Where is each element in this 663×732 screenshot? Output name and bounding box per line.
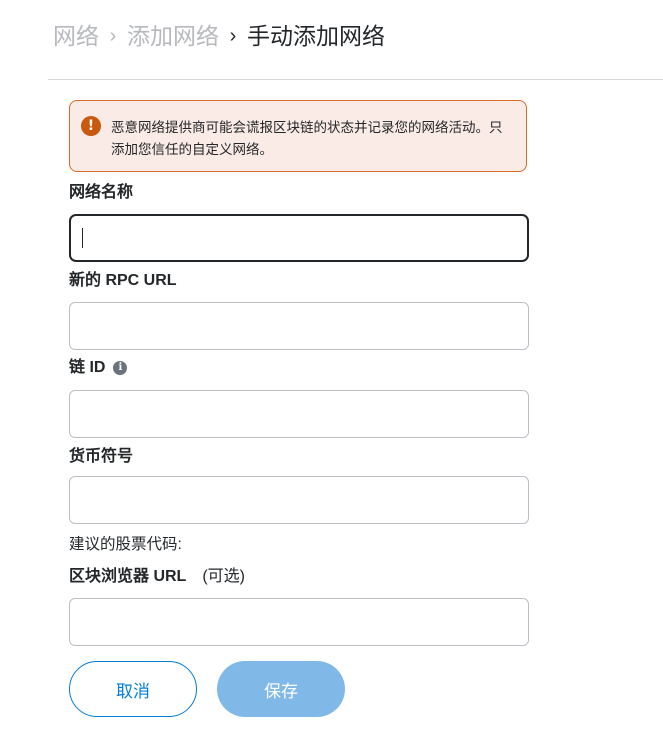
save-button[interactable]: 保存 [217, 661, 345, 717]
rpc-url-label: 新的 RPC URL [69, 270, 177, 292]
network-name-label-text: 网络名称 [69, 184, 134, 201]
rpc-url-label-text: 新的 RPC URL [69, 272, 177, 289]
chain-id-label: 链 ID i [69, 357, 128, 379]
rpc-url-input[interactable] [69, 302, 529, 350]
chain-id-label-text: 链 ID [69, 359, 106, 376]
info-icon[interactable]: i [113, 361, 128, 375]
exclamation-icon: ! [81, 116, 101, 136]
breadcrumb-add-network[interactable]: 添加网络 [127, 20, 219, 52]
explorer-url-input[interactable] [69, 598, 529, 646]
breadcrumb: 网络 › 添加网络 › 手动添加网络 [53, 20, 385, 52]
explorer-url-label: 区块浏览器 URL (可选) [69, 566, 245, 588]
currency-symbol-label: 货币符号 [69, 446, 133, 468]
warning-banner: ! 恶意网络提供商可能会谎报区块链的状态并记录您的网络活动。只添加您信任的自定义… [69, 100, 527, 172]
text-cursor [82, 228, 83, 248]
chain-id-input[interactable] [69, 390, 529, 438]
network-name-input[interactable] [69, 214, 529, 262]
suggested-ticker-hint: 建议的股票代码: [69, 536, 182, 553]
page-title: 手动添加网络 [247, 23, 385, 49]
chevron-right-icon: › [229, 25, 237, 47]
optional-tag: (可选) [202, 568, 246, 585]
explorer-url-label-text: 区块浏览器 URL [69, 568, 187, 585]
cancel-button[interactable]: 取消 [69, 661, 197, 717]
currency-symbol-input[interactable] [69, 476, 529, 524]
breadcrumb-networks[interactable]: 网络 [53, 20, 99, 52]
chevron-right-icon: › [109, 25, 117, 47]
network-name-label: 网络名称 [69, 182, 133, 204]
warning-text: 恶意网络提供商可能会谎报区块链的状态并记录您的网络活动。只添加您信任的自定义网络… [111, 120, 503, 157]
header-divider [48, 79, 663, 80]
currency-symbol-label-text: 货币符号 [69, 448, 134, 465]
